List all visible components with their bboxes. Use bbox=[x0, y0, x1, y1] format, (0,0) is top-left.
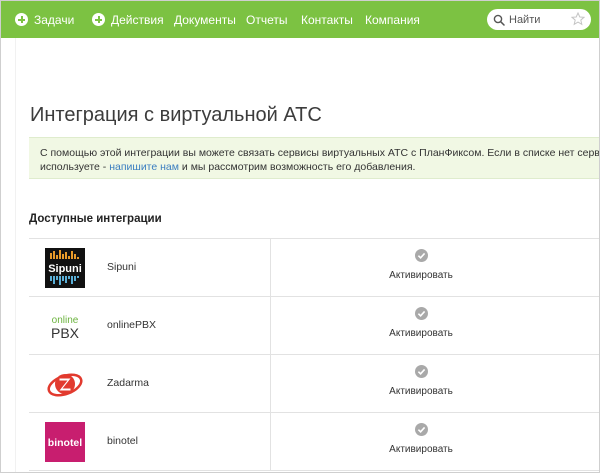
notice-suffix: и мы рассмотрим возможность его добавлен… bbox=[179, 161, 416, 173]
binotel-logo: binotel bbox=[45, 422, 85, 462]
search-icon[interactable] bbox=[493, 14, 505, 26]
binotel-logo-text: binotel bbox=[48, 437, 82, 449]
nav-company[interactable]: Компания bbox=[365, 1, 420, 38]
info-notice: С помощью этой интеграции вы можете связ… bbox=[29, 137, 600, 179]
left-divider bbox=[15, 38, 16, 472]
onlinepbx-logo-bottom: PBX bbox=[51, 325, 80, 341]
sipuni-logo-text: Sipuni bbox=[48, 263, 82, 275]
nav-documents[interactable]: Документы bbox=[174, 1, 236, 38]
column-divider bbox=[270, 239, 271, 296]
nav-tasks-label: Задачи bbox=[34, 12, 75, 27]
activate-label: Активировать bbox=[389, 328, 453, 339]
activate-onlinepbx-button[interactable]: Активировать bbox=[381, 307, 461, 341]
table-row: online PBX onlinePBX Активировать bbox=[29, 297, 599, 355]
activate-sipuni-button[interactable]: Активировать bbox=[381, 249, 461, 283]
integration-name-onlinepbx: onlinePBX bbox=[107, 319, 157, 331]
top-navigation-bar: Задачи Действия Документы Отчеты Контакт… bbox=[1, 1, 599, 38]
activate-label: Активировать bbox=[389, 270, 453, 281]
check-circle-icon bbox=[414, 365, 428, 378]
activate-zadarma-button[interactable]: Активировать bbox=[381, 365, 461, 399]
sipuni-logo: Sipuni bbox=[45, 248, 85, 288]
activate-binotel-button[interactable]: Активировать bbox=[381, 423, 461, 457]
onlinepbx-logo: online PBX bbox=[45, 306, 85, 346]
plus-circle-icon bbox=[15, 13, 28, 26]
app-window: Задачи Действия Документы Отчеты Контакт… bbox=[0, 0, 600, 473]
table-row: Sipuni Sipuni Активировать bbox=[29, 239, 599, 297]
nav-reports[interactable]: Отчеты bbox=[246, 1, 287, 38]
section-title: Доступные интеграции bbox=[29, 213, 162, 225]
activate-label: Активировать bbox=[389, 444, 453, 455]
zadarma-logo bbox=[45, 364, 85, 404]
notice-prefix: используете - bbox=[40, 161, 110, 173]
star-icon[interactable] bbox=[571, 12, 585, 26]
integration-name-binotel: binotel bbox=[107, 435, 138, 447]
column-divider bbox=[270, 355, 271, 412]
nav-contacts[interactable]: Контакты bbox=[301, 1, 353, 38]
nav-actions[interactable]: Действия bbox=[92, 1, 164, 38]
nav-tasks[interactable]: Задачи bbox=[15, 1, 74, 38]
table-row: Zadarma Активировать bbox=[29, 355, 599, 413]
integration-name-sipuni: Sipuni bbox=[107, 261, 137, 273]
notice-text-line1: С помощью этой интеграции вы можете связ… bbox=[40, 147, 600, 159]
integrations-table: Sipuni Sipuni Активировать online PBX on… bbox=[29, 238, 599, 471]
table-row: binotel binotel Активировать bbox=[29, 413, 599, 471]
column-divider bbox=[270, 297, 271, 354]
page-title: Интеграция с виртуальной АТС bbox=[30, 104, 322, 126]
nav-actions-label: Действия bbox=[111, 12, 164, 27]
check-circle-icon bbox=[414, 249, 428, 262]
activate-label: Активировать bbox=[389, 386, 453, 397]
plus-circle-icon bbox=[92, 13, 105, 26]
integration-name-zadarma: Zadarma bbox=[107, 377, 150, 389]
search-box bbox=[487, 9, 591, 30]
write-to-us-link[interactable]: напишите нам bbox=[109, 161, 179, 173]
column-divider bbox=[270, 413, 271, 470]
notice-text-line2: используете - напишите нам и мы рассмотр… bbox=[40, 160, 599, 174]
check-circle-icon bbox=[414, 307, 428, 320]
search-input[interactable] bbox=[509, 13, 571, 26]
check-circle-icon bbox=[414, 423, 428, 436]
